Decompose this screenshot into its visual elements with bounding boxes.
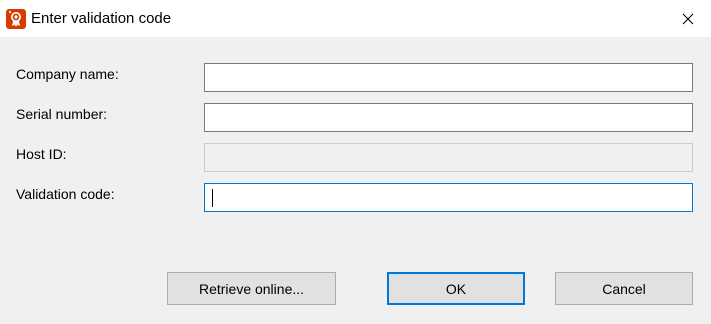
validation-code-label: Validation code:	[16, 186, 115, 202]
serial-number-field[interactable]	[204, 103, 693, 132]
text-caret	[212, 189, 213, 207]
ok-button[interactable]: OK	[387, 272, 525, 305]
serial-number-label: Serial number:	[16, 106, 108, 122]
validation-dialog: Enter validation code Company name: Seri…	[0, 0, 711, 324]
title-bar: Enter validation code	[0, 0, 711, 37]
certificate-icon	[6, 9, 26, 29]
host-id-field	[204, 143, 693, 172]
window-title: Enter validation code	[31, 10, 172, 27]
close-icon	[682, 13, 694, 24]
company-name-label: Company name:	[16, 66, 119, 82]
retrieve-online-button[interactable]: Retrieve online...	[167, 272, 336, 305]
host-id-label: Host ID:	[16, 146, 67, 162]
cancel-button[interactable]: Cancel	[555, 272, 693, 305]
validation-code-field[interactable]	[204, 183, 693, 212]
company-name-field[interactable]	[204, 63, 693, 92]
close-button[interactable]	[665, 0, 711, 37]
